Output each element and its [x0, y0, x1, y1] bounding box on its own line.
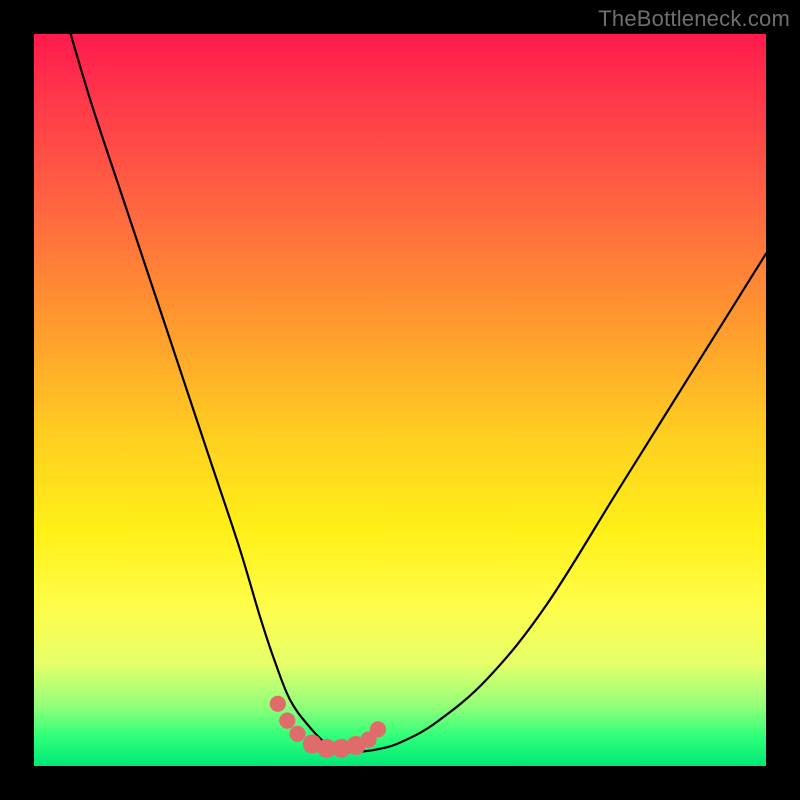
plot-area [34, 34, 766, 766]
highlight-dot [279, 713, 295, 729]
watermark-text: TheBottleneck.com [598, 6, 790, 32]
bottleneck-curve [71, 34, 766, 752]
highlight-dot [289, 726, 305, 742]
highlight-dots [270, 696, 386, 758]
highlight-dot [270, 696, 286, 712]
highlight-dot [370, 721, 386, 737]
curve-layer [34, 34, 766, 766]
chart-frame: TheBottleneck.com [0, 0, 800, 800]
